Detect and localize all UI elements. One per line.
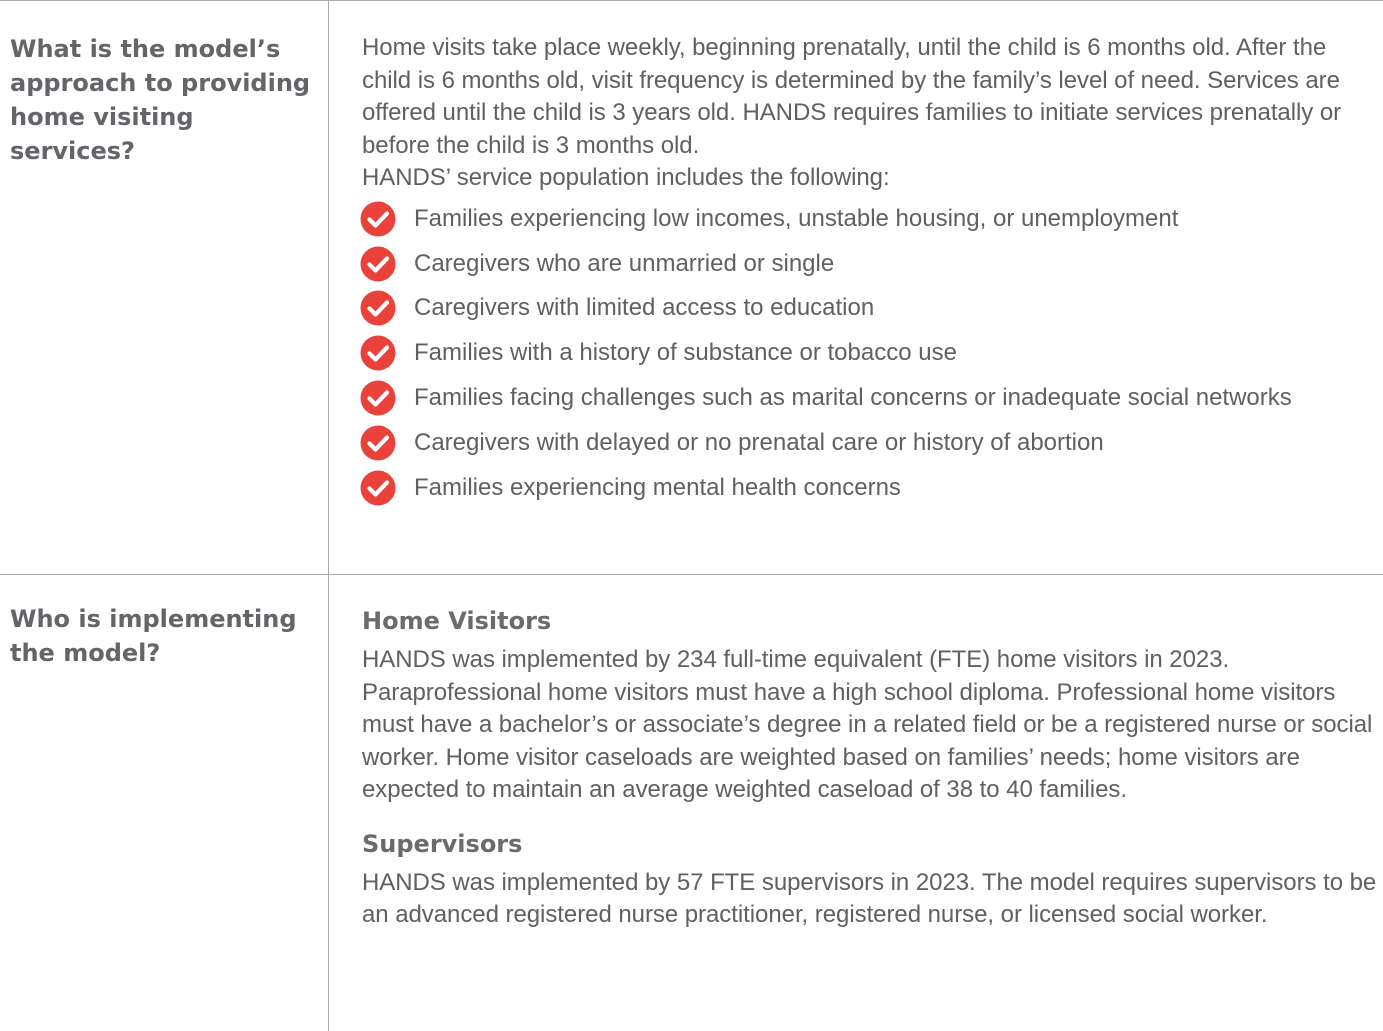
document-page: What is the model’s approach to providin… bbox=[0, 0, 1383, 1031]
check-circle-icon bbox=[360, 290, 396, 326]
question-implementers: Who is implementing the model? bbox=[10, 605, 297, 667]
list-item-text: Caregivers with delayed or no prenatal c… bbox=[414, 428, 1104, 456]
list-item: Families with a history of substance or … bbox=[360, 331, 1377, 376]
list-item: Caregivers with limited access to educat… bbox=[360, 286, 1377, 331]
list-item-text: Families experiencing low incomes, unsta… bbox=[414, 204, 1179, 232]
answer-implementers: Home Visitors HANDS was implemented by 2… bbox=[362, 604, 1377, 932]
list-item: Families experiencing mental health conc… bbox=[360, 465, 1377, 510]
list-item: Families facing challenges such as marit… bbox=[360, 376, 1377, 421]
approach-paragraph: Home visits take place weekly, beginning… bbox=[362, 34, 1342, 159]
list-item: Caregivers with delayed or no prenatal c… bbox=[360, 420, 1377, 465]
check-circle-icon bbox=[360, 246, 396, 282]
list-item: Caregivers who are unmarried or single bbox=[360, 241, 1377, 286]
list-item-text: Caregivers who are unmarried or single bbox=[414, 249, 835, 277]
home-visitors-paragraph: HANDS was implemented by 234 full-time e… bbox=[362, 646, 1373, 803]
service-population-list: Families experiencing low incomes, unsta… bbox=[360, 197, 1377, 511]
list-item: Families experiencing low incomes, unsta… bbox=[360, 197, 1377, 242]
service-population-intro: HANDS’ service population includes the f… bbox=[362, 164, 890, 191]
row-divider bbox=[0, 574, 1383, 575]
column-divider bbox=[328, 0, 329, 1031]
check-circle-icon bbox=[360, 335, 396, 371]
check-circle-icon bbox=[360, 470, 396, 506]
list-item-text: Families experiencing mental health conc… bbox=[414, 473, 901, 501]
top-divider bbox=[0, 0, 1383, 1]
check-circle-icon bbox=[360, 201, 396, 237]
check-circle-icon bbox=[360, 380, 396, 416]
home-visitors-heading: Home Visitors bbox=[362, 607, 552, 635]
list-item-text: Families facing challenges such as marit… bbox=[414, 384, 1292, 412]
question-approach: What is the model’s approach to providin… bbox=[10, 35, 311, 165]
check-circle-icon bbox=[360, 425, 396, 461]
list-item-text: Caregivers with limited access to educat… bbox=[414, 294, 875, 322]
supervisors-paragraph: HANDS was implemented by 57 FTE supervis… bbox=[362, 868, 1377, 929]
supervisors-heading: Supervisors bbox=[362, 829, 523, 858]
answer-approach: Home visits take place weekly, beginning… bbox=[360, 32, 1377, 511]
list-item-text: Families with a history of substance or … bbox=[414, 339, 957, 367]
